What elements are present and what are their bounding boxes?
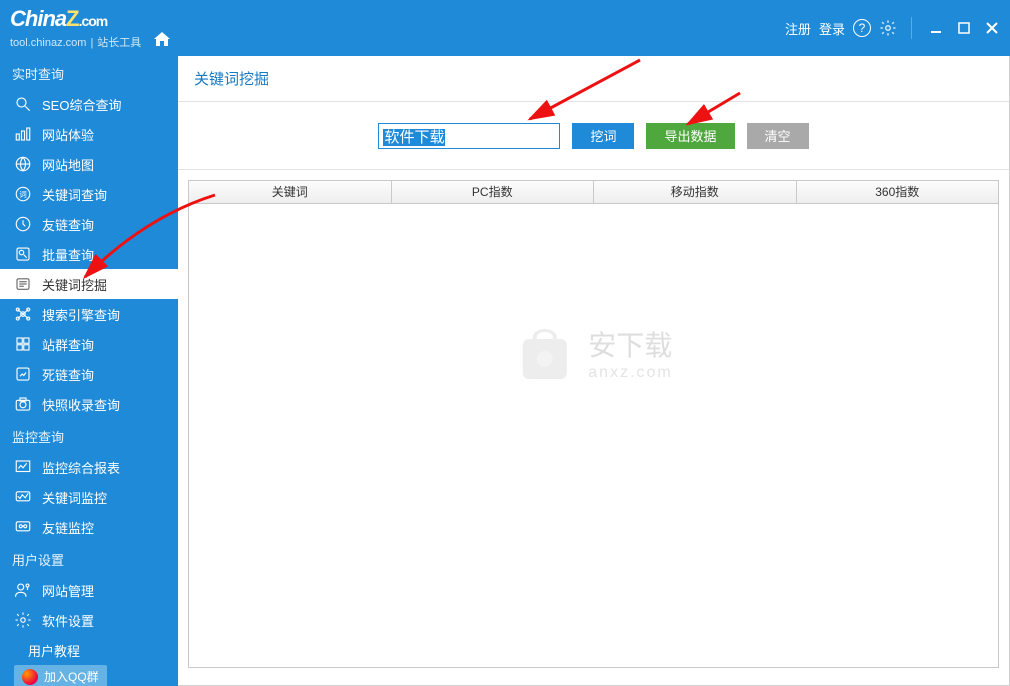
logo-z: Z [66, 6, 78, 31]
sidebar-item-label: SEO综合查询 [42, 95, 121, 114]
sidebar-item-monitor-report-icon [14, 458, 32, 476]
watermark-icon [514, 325, 574, 381]
keyword-value: 软件下载 [383, 129, 445, 146]
sidebar-item-sitegroup-icon [14, 335, 32, 353]
col-pc-index[interactable]: PC指数 [392, 181, 595, 203]
sidebar-item-label: 软件设置 [42, 611, 94, 630]
sidebar-item-label: 搜索引擎查询 [42, 305, 120, 324]
sidebar-item-searchengine-icon [14, 305, 32, 323]
sidebar-item-keyword-query-icon: 词 [14, 185, 32, 203]
mine-button[interactable]: 挖词 [572, 123, 634, 149]
table-area: 关键词 PC指数 移动指数 360指数 安下载 anxz.com [178, 170, 1009, 685]
sidebar-item-settings-icon [14, 611, 32, 629]
main-panel: 关键词挖掘 软件下载 挖词 导出数据 清空 关键词 PC指数 移动指数 360指… [178, 56, 1010, 686]
sidebar-item-deadlink-icon [14, 365, 32, 383]
titlebar: ChinaZ.com tool.chinaz.com|站长工具 注册 登录 ? [0, 0, 1010, 56]
home-icon[interactable] [154, 32, 170, 46]
sidebar-item-seo[interactable]: SEO综合查询 [0, 89, 178, 119]
sidebar-item-experience[interactable]: 网站体验 [0, 119, 178, 149]
sidebar-item-site-manage-icon [14, 581, 32, 599]
sidebar-item-label: 站群查询 [42, 335, 94, 354]
table-body: 安下载 anxz.com [188, 204, 999, 668]
login-link[interactable]: 登录 [819, 19, 845, 38]
sidebar-item-friendlink-icon [14, 215, 32, 233]
keyword-input[interactable]: 软件下载 [378, 123, 560, 149]
sidebar-item-settings[interactable]: 软件设置 [0, 605, 178, 635]
sidebar-item-sitemap-icon [14, 155, 32, 173]
sidebar-section-monitor: 监控查询 [0, 419, 178, 452]
sidebar-item-batch[interactable]: 批量查询 [0, 239, 178, 269]
sidebar-section-realtime: 实时查询 [0, 56, 178, 89]
register-link[interactable]: 注册 [785, 19, 811, 38]
sidebar-item-sitegroup[interactable]: 站群查询 [0, 329, 178, 359]
watermark: 安下载 anxz.com [514, 324, 672, 382]
sidebar-item-label: 批量查询 [42, 245, 94, 264]
sidebar-item-label: 死链查询 [42, 365, 94, 384]
sidebar-item-sitemap[interactable]: 网站地图 [0, 149, 178, 179]
sidebar-item-site-manage[interactable]: 网站管理 [0, 575, 178, 605]
help-icon[interactable]: ? [853, 19, 871, 37]
sidebar-item-label: 关键词查询 [42, 185, 107, 204]
logo-desc: 站长工具 [97, 37, 141, 49]
maximize-icon[interactable] [954, 18, 974, 38]
sidebar-item-deadlink[interactable]: 死链查询 [0, 359, 178, 389]
col-keyword[interactable]: 关键词 [189, 181, 392, 203]
sidebar-item-label: 关键词监控 [42, 488, 107, 507]
titlebar-right: 注册 登录 ? [785, 0, 1002, 56]
sidebar-item-snapshot[interactable]: 快照收录查询 [0, 389, 178, 419]
qq-group-button[interactable]: 加入QQ群 [14, 665, 107, 686]
sidebar-item-keyword-monitor[interactable]: 关键词监控 [0, 482, 178, 512]
logo-com: .com [79, 13, 108, 29]
col-mobile-index[interactable]: 移动指数 [594, 181, 797, 203]
sidebar-item-keyword-query[interactable]: 词 关键词查询 [0, 179, 178, 209]
sidebar-item-label: 用户教程 [28, 641, 80, 660]
sidebar: 实时查询 SEO综合查询网站体验网站地图词 关键词查询友链查询批量查询关键词挖掘搜… [0, 56, 178, 686]
close-icon[interactable] [982, 18, 1002, 38]
sidebar-item-label: 网站体验 [42, 125, 94, 144]
watermark-en: anxz.com [588, 364, 672, 382]
sidebar-section-user: 用户设置 [0, 542, 178, 575]
sidebar-item-link-monitor-icon [14, 518, 32, 536]
toolbar: 软件下载 挖词 导出数据 清空 [178, 102, 1009, 170]
sidebar-item-label: 友链查询 [42, 215, 94, 234]
qq-label: 加入QQ群 [44, 668, 99, 685]
svg-text:词: 词 [19, 190, 27, 199]
sidebar-item-label: 网站地图 [42, 155, 94, 174]
logo-block: ChinaZ.com tool.chinaz.com|站长工具 [10, 6, 170, 50]
sidebar-item-keyword-mining[interactable]: 关键词挖掘 [0, 269, 178, 299]
col-360-index[interactable]: 360指数 [797, 181, 999, 203]
logo-text: China [10, 6, 66, 31]
sidebar-item-keyword-monitor-icon [14, 488, 32, 506]
sidebar-item-experience-icon [14, 125, 32, 143]
watermark-cn: 安下载 [588, 324, 672, 364]
sidebar-item-searchengine[interactable]: 搜索引擎查询 [0, 299, 178, 329]
logo-subtitle: tool.chinaz.com|站长工具 [10, 32, 170, 50]
sidebar-item-label: 关键词挖掘 [42, 275, 107, 294]
sidebar-item-snapshot-icon [14, 395, 32, 413]
sidebar-item-friendlink[interactable]: 友链查询 [0, 209, 178, 239]
sidebar-item-label: 监控综合报表 [42, 458, 120, 477]
minimize-icon[interactable] [926, 18, 946, 38]
sidebar-item-batch-icon [14, 245, 32, 263]
sidebar-item-seo-icon [14, 95, 32, 113]
logo: ChinaZ.com [10, 6, 170, 32]
sidebar-item-label: 网站管理 [42, 581, 94, 600]
gear-icon[interactable] [879, 19, 897, 37]
sidebar-item-monitor-report[interactable]: 监控综合报表 [0, 452, 178, 482]
qq-icon [22, 669, 38, 685]
table-header: 关键词 PC指数 移动指数 360指数 [188, 180, 999, 204]
page-title: 关键词挖掘 [178, 56, 1009, 102]
logo-domain: tool.chinaz.com [10, 37, 86, 49]
sidebar-item-link-monitor[interactable]: 友链监控 [0, 512, 178, 542]
sidebar-item-label: 快照收录查询 [42, 395, 120, 414]
sidebar-item-keyword-mining-icon [14, 275, 32, 293]
clear-button[interactable]: 清空 [747, 123, 809, 149]
sidebar-item-label: 友链监控 [42, 518, 94, 537]
export-button[interactable]: 导出数据 [646, 123, 734, 149]
sidebar-item-tutorial[interactable]: 用户教程 [0, 635, 178, 665]
